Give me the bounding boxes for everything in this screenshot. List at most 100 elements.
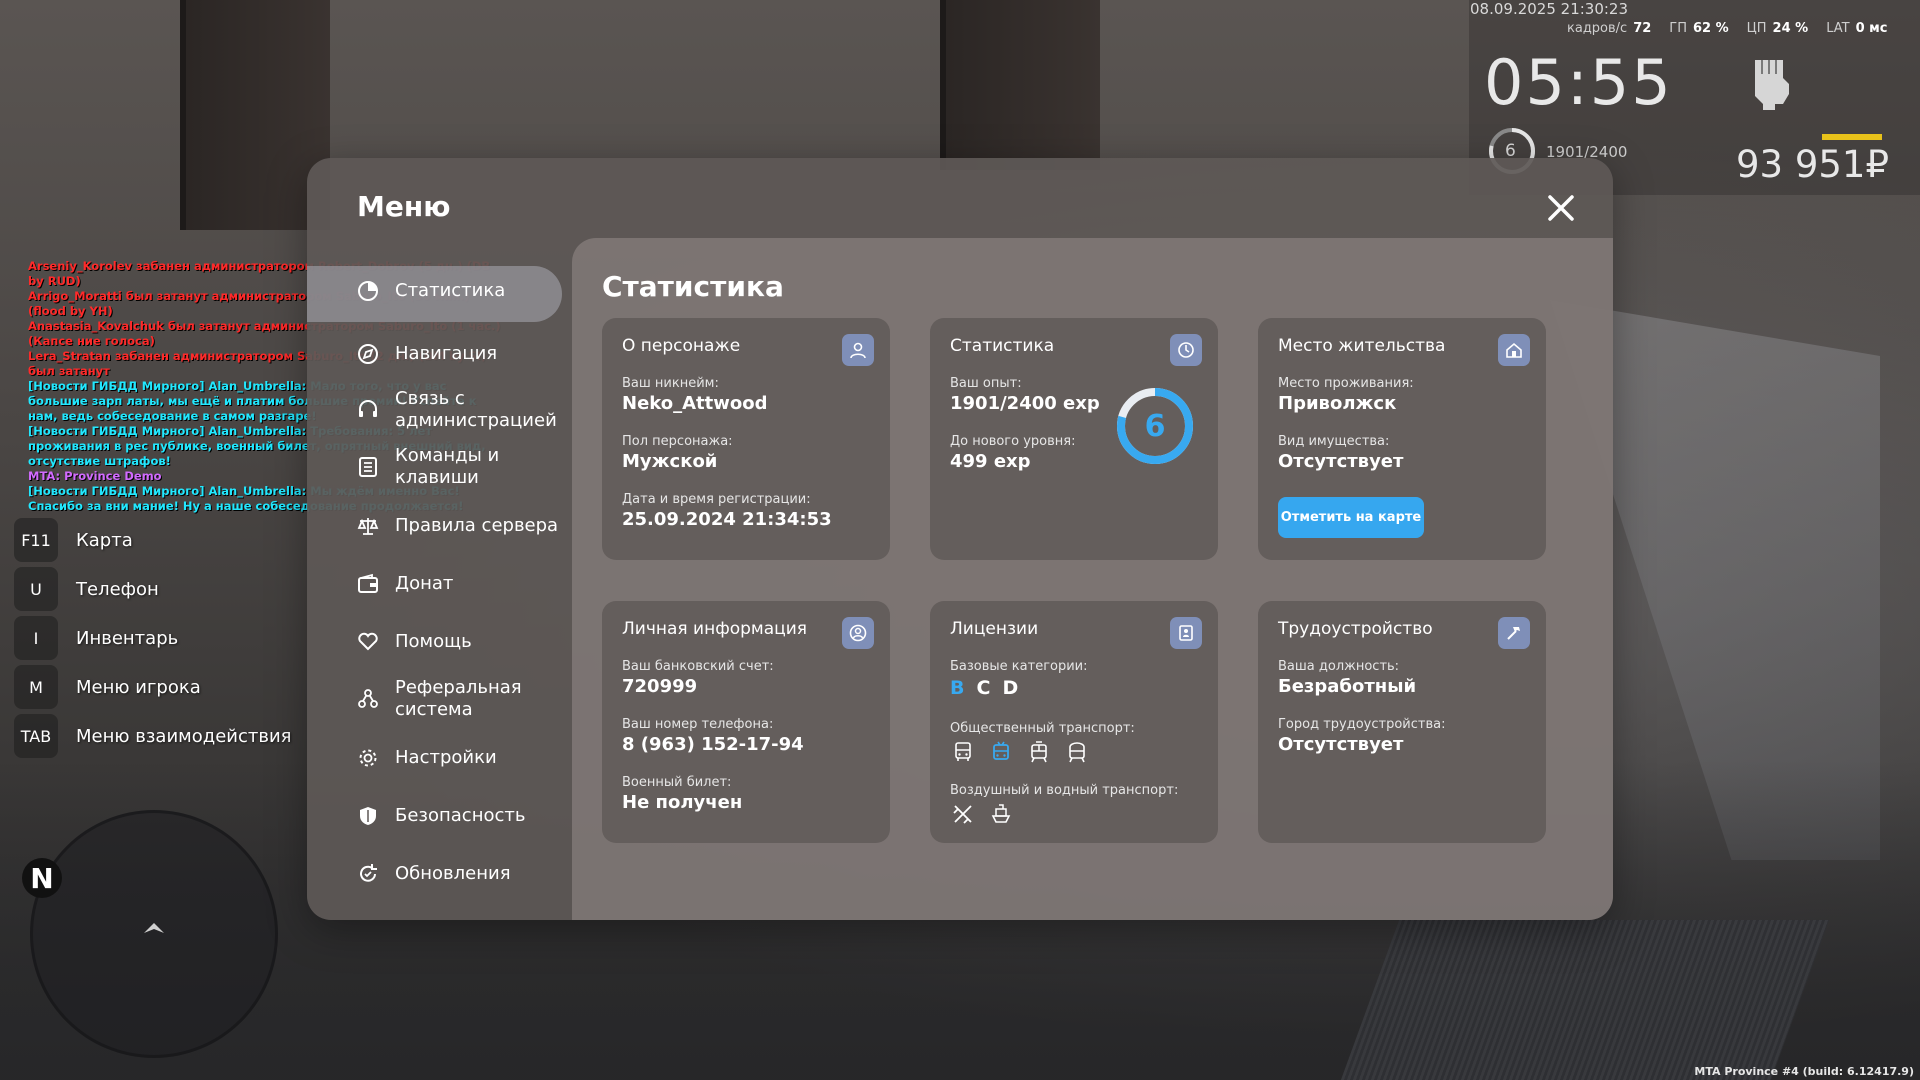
hud-performance: кадров/с 72 ГП 62 % ЦП 24 % LAT 0 мс — [1567, 21, 1887, 36]
residence-place-label: Место проживания: — [1278, 376, 1414, 391]
sidebar-item-label: Донат — [395, 573, 454, 594]
hotkey-player-menu[interactable]: M Меню игрока — [14, 665, 291, 709]
trolleybus-icon — [988, 739, 1014, 765]
air-water-transport-label: Воздушный и водный транспорт: — [950, 783, 1179, 798]
minimap-north: N — [22, 858, 62, 898]
wallet-icon — [355, 571, 381, 597]
card-title: Статистика — [950, 336, 1055, 356]
hotkey-key: U — [14, 567, 58, 611]
close-icon[interactable] — [1545, 192, 1577, 224]
hotkey-label: Меню игрока — [76, 676, 201, 698]
hammer-icon — [1498, 617, 1530, 649]
mark-on-map-button[interactable]: Отметить на карте — [1278, 497, 1424, 538]
card-residence: Место жительства Место проживания: Приво… — [1258, 318, 1546, 560]
referral-icon — [355, 686, 381, 712]
gender-label: Пол персонажа: — [622, 434, 733, 449]
base-categories-label: Базовые категории: — [950, 659, 1088, 674]
plane-icon — [950, 801, 976, 827]
hotkeys-panel: F11 Карта U Телефон I Инвентарь M Меню игрок… — [14, 518, 292, 765]
gender-value: Мужской — [622, 451, 718, 472]
job-city-label: Город трудоустройства: — [1278, 717, 1446, 732]
license-category-d: D — [1002, 677, 1019, 699]
hotkey-label: Меню взаимодействия — [76, 725, 292, 747]
refresh-icon — [355, 861, 381, 887]
exp-value: 1901/2400 exp — [950, 393, 1100, 414]
sidebar-item-label: Команды и клавиши — [395, 445, 500, 488]
property-value: Отсутствует — [1278, 451, 1404, 472]
sidebar-item-admin-contact[interactable]: Связь с администрацией — [355, 388, 575, 432]
card-title: Личная информация — [622, 619, 808, 639]
sidebar-item-label: Связь с администрацией — [395, 388, 557, 431]
sidebar-item-navigation[interactable]: Навигация — [355, 341, 575, 367]
hotkey-label: Телефон — [76, 578, 159, 600]
sidebar-item-label: Безопасность — [395, 805, 526, 826]
bank-account-value: 720999 — [622, 676, 698, 697]
phone-value: 8 (963) 152-17-94 — [622, 734, 804, 755]
sidebar-item-rules[interactable]: Правила сервера — [355, 513, 575, 539]
position-value: Безработный — [1278, 676, 1417, 697]
card-title: Трудоустройство — [1278, 619, 1433, 639]
stats-icon — [355, 278, 381, 304]
exp-label: Ваш опыт: — [950, 376, 1022, 391]
sidebar-item-commands[interactable]: Команды и клавиши — [355, 445, 575, 489]
air-water-transport-icons — [950, 801, 1014, 827]
fps-stat: кадров/с 72 — [1567, 21, 1652, 36]
nickname-value: Neko_Attwood — [622, 393, 768, 414]
next-level-value: 499 exp — [950, 451, 1031, 472]
card-employment: Трудоустройство Ваша должность: Безработ… — [1258, 601, 1546, 843]
registration-value: 25.09.2024 21:34:53 — [622, 509, 832, 530]
hud-clock: 05:55 — [1484, 46, 1673, 119]
headset-icon — [355, 397, 381, 423]
job-city-value: Отсутствует — [1278, 734, 1404, 755]
fist-icon — [1755, 60, 1789, 110]
hotkey-inventory[interactable]: I Инвентарь — [14, 616, 291, 660]
hotkey-interaction-menu[interactable]: TAB Меню взаимодействия — [14, 714, 292, 758]
military-id-label: Военный билет: — [622, 775, 732, 790]
hotkey-phone[interactable]: U Телефон — [14, 567, 291, 611]
hotkey-key: TAB — [14, 714, 58, 758]
card-title: Лицензии — [950, 619, 1039, 639]
user-icon — [842, 334, 874, 366]
property-label: Вид имущества: — [1278, 434, 1390, 449]
hotkey-label: Инвентарь — [76, 627, 179, 649]
compass-icon — [355, 341, 381, 367]
residence-place-value: Приволжск — [1278, 393, 1397, 414]
sidebar-item-security[interactable]: Безопасность — [355, 803, 575, 829]
latency-stat: LAT 0 мс — [1826, 21, 1888, 36]
scene-door-center — [940, 0, 1100, 170]
player-arrow-icon — [144, 923, 164, 933]
military-id-value: Не получен — [622, 792, 743, 813]
sidebar-item-stats[interactable]: Статистика — [355, 278, 575, 304]
license-categories: B C D — [950, 677, 1018, 699]
position-label: Ваша должность: — [1278, 659, 1400, 674]
tram-icon — [1026, 739, 1052, 765]
sidebar-item-label: Статистика — [395, 280, 506, 301]
public-transport-icons — [950, 739, 1090, 765]
card-title: О персонаже — [622, 336, 741, 356]
sidebar-item-referral[interactable]: Реферальная система — [355, 677, 575, 721]
hotkey-label: Карта — [76, 529, 133, 551]
sidebar-item-updates[interactable]: Обновления — [355, 861, 575, 887]
sidebar-item-label: Навигация — [395, 343, 498, 364]
hotkey-map[interactable]: F11 Карта — [14, 518, 291, 562]
gpu-stat: ГП 62 % — [1669, 21, 1729, 36]
sidebar-item-help[interactable]: Помощь — [355, 629, 575, 655]
clock-icon — [1170, 334, 1202, 366]
sidebar-item-donate[interactable]: Донат — [355, 571, 575, 597]
bank-account-label: Ваш банковский счет: — [622, 659, 774, 674]
hotkey-key: M — [14, 665, 58, 709]
build-info: MTA Province #4 (build: 6.12417.9) — [1694, 1065, 1914, 1078]
hud-datetime: 08.09.2025 21:30:23 — [1470, 0, 1629, 18]
card-licenses: Лицензии Базовые категории: B C D Общест… — [930, 601, 1218, 843]
user-circle-icon — [842, 617, 874, 649]
registration-label: Дата и время регистрации: — [622, 492, 811, 507]
bus-icon — [950, 739, 976, 765]
sidebar-item-settings[interactable]: Настройки — [355, 745, 575, 771]
level-number: 6 — [1144, 408, 1166, 444]
sidebar-item-label: Правила сервера — [395, 515, 559, 536]
sidebar-item-label: Настройки — [395, 747, 497, 768]
card-about-character: О персонаже Ваш никнейм: Neko_Attwood По… — [602, 318, 890, 560]
scales-icon — [355, 513, 381, 539]
card-title: Место жительства — [1278, 336, 1446, 356]
menu-window: Меню Статистика Навигация Связь с админи… — [307, 158, 1613, 920]
